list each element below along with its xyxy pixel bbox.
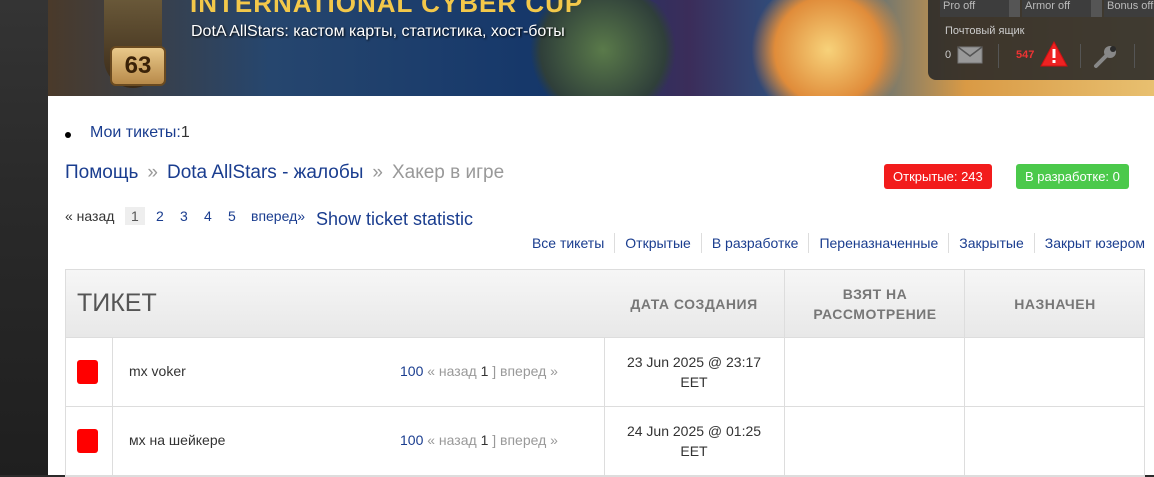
divider: [1080, 44, 1081, 68]
main-content: Мои тикеты:1 Помощь » Dota AllStars - жало…: [48, 96, 1154, 477]
column-ticket[interactable]: ТИКЕТ: [77, 289, 157, 318]
level-badge: 63: [110, 46, 166, 86]
breadcrumb-dota-complaints[interactable]: Dota AllStars - жалобы: [167, 162, 363, 183]
column-taken-line1: ВЗЯТ НА: [842, 285, 908, 302]
ticket-count[interactable]: 100: [400, 432, 423, 448]
ticket-pager-bracket: ]: [492, 363, 497, 379]
cell-divider: [112, 338, 113, 406]
ticket-pager-next[interactable]: вперед »: [500, 432, 558, 448]
ticket-pager-bracket: ]: [492, 432, 497, 448]
status-indicator: [77, 360, 98, 384]
page-2[interactable]: 2: [156, 208, 164, 224]
ticket-pager-prev[interactable]: « назад: [427, 363, 476, 379]
tickets-table: ТИКЕТ ДАТА СОЗДАНИЯ ВЗЯТ НА РАССМОТРЕНИЕ …: [65, 269, 1145, 477]
site-banner[interactable]: 63 INTERNATIONAL CYBER CUP DotA AllStars…: [48, 0, 1154, 96]
cell-divider: [964, 407, 965, 475]
bullet: [65, 132, 71, 138]
table-header: ТИКЕТ ДАТА СОЗДАНИЯ ВЗЯТ НА РАССМОТРЕНИЕ …: [66, 270, 1144, 338]
warning-icon[interactable]: [1040, 41, 1068, 67]
ticket-title[interactable]: мх на шейкере: [129, 432, 225, 448]
breadcrumb: Помощь » Dota AllStars - жалобы » Хакер в иг…: [65, 162, 504, 184]
cell-divider: [112, 407, 113, 475]
pagination-next[interactable]: вперед»: [251, 208, 305, 224]
breadcrumb-separator: »: [147, 162, 158, 183]
envelope-icon[interactable]: [957, 46, 983, 64]
pro-toggle[interactable]: Pro off: [940, 0, 1020, 17]
column-created[interactable]: ДАТА СОЗДАНИЯ: [604, 270, 784, 337]
mail-count: 0: [945, 49, 952, 61]
filter-reassigned[interactable]: Переназначенные: [808, 233, 948, 253]
ticket-pager: 100 « назад 1 ] вперед »: [400, 432, 558, 448]
filter-closed-by-user[interactable]: Закрыт юзером: [1033, 233, 1145, 253]
filter-in-dev[interactable]: В разработке: [700, 233, 809, 253]
page-4[interactable]: 4: [204, 208, 212, 224]
breadcrumb-current: Хакер в игре: [391, 162, 505, 183]
ticket-title[interactable]: mx voker: [129, 363, 186, 379]
ticket-pager-next[interactable]: вперед »: [500, 363, 558, 379]
page-5[interactable]: 5: [228, 208, 236, 224]
divider: [1134, 44, 1135, 68]
page-background: [0, 0, 48, 475]
filter-closed[interactable]: Закрытые: [948, 233, 1033, 253]
column-taken[interactable]: ВЗЯТ НА РАССМОТРЕНИЕ: [784, 270, 965, 337]
cell-divider: [964, 338, 965, 406]
ticket-statistic-link[interactable]: Show ticket statistic: [316, 209, 473, 230]
page-3[interactable]: 3: [180, 208, 188, 224]
ticket-pager-page: 1: [480, 363, 489, 379]
wrench-icon[interactable]: [1092, 44, 1118, 70]
ticket-filters: Все тикеты Открытые В разработке Переназнач…: [522, 233, 1145, 253]
user-panel: Pro off Armor off Bonus off Почтовый ящи…: [928, 0, 1154, 80]
filter-all[interactable]: Все тикеты: [522, 233, 614, 253]
banner-title: INTERNATIONAL CYBER CUP: [190, 0, 584, 18]
ticket-pager: 100 « назад 1 ] вперед »: [400, 363, 558, 379]
cell-divider: [784, 407, 785, 475]
divider: [998, 44, 999, 68]
breadcrumb-separator: »: [372, 162, 383, 183]
mailbox-label: Почтовый ящик: [945, 25, 1025, 37]
filter-open[interactable]: Открытые: [614, 233, 701, 253]
armor-toggle[interactable]: Armor off: [1022, 0, 1102, 17]
alert-count: 547: [1016, 49, 1035, 61]
breadcrumb-help[interactable]: Помощь: [65, 162, 138, 183]
column-assigned[interactable]: НАЗНАЧЕН: [964, 270, 1145, 337]
ticket-pager-prev[interactable]: « назад: [427, 432, 476, 448]
page-1: 1: [125, 207, 145, 225]
bonus-toggle[interactable]: Bonus off: [1104, 0, 1154, 17]
ticket-created-date: 24 Jun 2025 @ 01:25 EET: [626, 423, 762, 459]
banner-subtitle: DotA AllStars: кастом карты, статистика,…: [191, 23, 565, 40]
pagination-prev[interactable]: « назад: [65, 208, 114, 224]
my-tickets-link[interactable]: Мои тикеты:1: [90, 124, 190, 142]
ticket-count[interactable]: 100: [400, 363, 423, 379]
banner-artwork-hero: [748, 0, 908, 96]
status-indicator: [77, 429, 98, 453]
open-count-badge[interactable]: Открытые: 243: [884, 164, 992, 189]
in-dev-count-badge[interactable]: В разработке: 0: [1016, 164, 1129, 189]
table-row[interactable]: мх на шейкере 100 « назад 1 ] вперед » 2…: [66, 407, 1144, 476]
ticket-pager-page: 1: [480, 432, 489, 448]
ticket-created-date: 23 Jun 2025 @ 23:17 EET: [626, 354, 762, 390]
table-row[interactable]: mx voker 100 « назад 1 ] вперед » 23 Jun…: [66, 338, 1144, 407]
cell-divider: [784, 338, 785, 406]
column-taken-line2: РАССМОТРЕНИЕ: [813, 305, 937, 322]
